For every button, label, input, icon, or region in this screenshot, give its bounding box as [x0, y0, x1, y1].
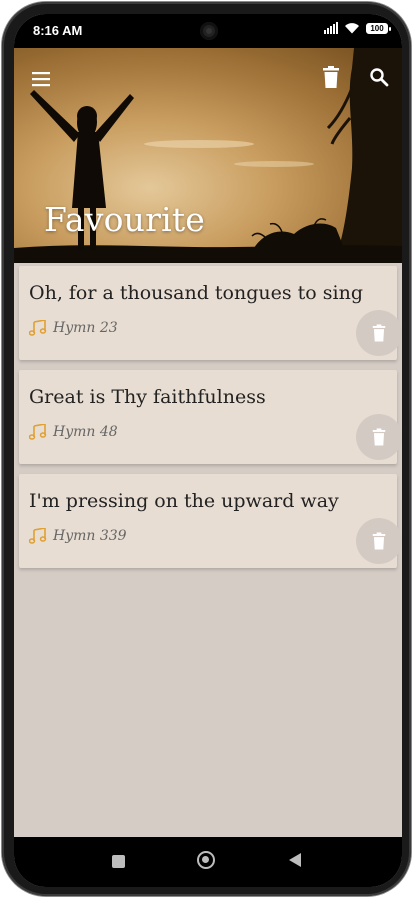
home-button[interactable] [197, 851, 215, 869]
search-button[interactable] [366, 64, 392, 90]
hymn-number: Hymn 339 [53, 528, 127, 544]
trash-icon [323, 66, 339, 88]
remove-favourite-button[interactable] [356, 414, 402, 460]
status-bar: 8:16 AM 100 [14, 14, 402, 48]
status-time: 8:16 AM [33, 23, 83, 38]
header-banner: Favourite [14, 48, 402, 263]
phone-frame: 8:16 AM 100 Favourite Oh, for a thousand… [2, 2, 411, 896]
wifi-icon [345, 23, 359, 34]
recents-button[interactable] [112, 855, 125, 868]
hymn-number-row: Hymn 339 [29, 527, 127, 545]
app-screen: 8:16 AM 100 Favourite Oh, for a thousand… [14, 14, 402, 887]
hymn-title: I'm pressing on the upward way [29, 490, 339, 512]
music-note-icon [29, 319, 47, 337]
menu-icon [32, 72, 50, 87]
signal-icon [324, 22, 338, 34]
delete-all-button[interactable] [318, 64, 344, 90]
music-note-icon [29, 423, 47, 441]
hymn-title: Oh, for a thousand tongues to sing [29, 282, 364, 304]
front-camera [200, 22, 218, 40]
favourite-card[interactable]: Great is Thy faithfulness Hymn 48 [19, 370, 402, 464]
trash-icon [372, 324, 386, 342]
hymn-title: Great is Thy faithfulness [29, 386, 266, 408]
trash-icon [372, 428, 386, 446]
battery-icon: 100 [366, 22, 391, 34]
status-icons: 100 [324, 22, 391, 34]
favourites-list: Oh, for a thousand tongues to sing Hymn … [19, 266, 402, 578]
page-title: Favourite [44, 200, 206, 239]
remove-favourite-button[interactable] [356, 310, 402, 356]
search-icon [370, 68, 389, 87]
back-button[interactable] [289, 853, 301, 867]
menu-button[interactable] [28, 66, 54, 92]
favourite-card[interactable]: Oh, for a thousand tongues to sing Hymn … [19, 266, 402, 360]
favourite-card[interactable]: I'm pressing on the upward way Hymn 339 [19, 474, 402, 568]
battery-level: 100 [370, 23, 384, 33]
trash-icon [372, 532, 386, 550]
remove-favourite-button[interactable] [356, 518, 402, 564]
hymn-number-row: Hymn 23 [29, 319, 118, 337]
hymn-number-row: Hymn 48 [29, 423, 118, 441]
system-nav-bar [14, 837, 402, 887]
music-note-icon [29, 527, 47, 545]
hymn-number: Hymn 48 [53, 424, 118, 440]
hymn-number: Hymn 23 [53, 320, 118, 336]
